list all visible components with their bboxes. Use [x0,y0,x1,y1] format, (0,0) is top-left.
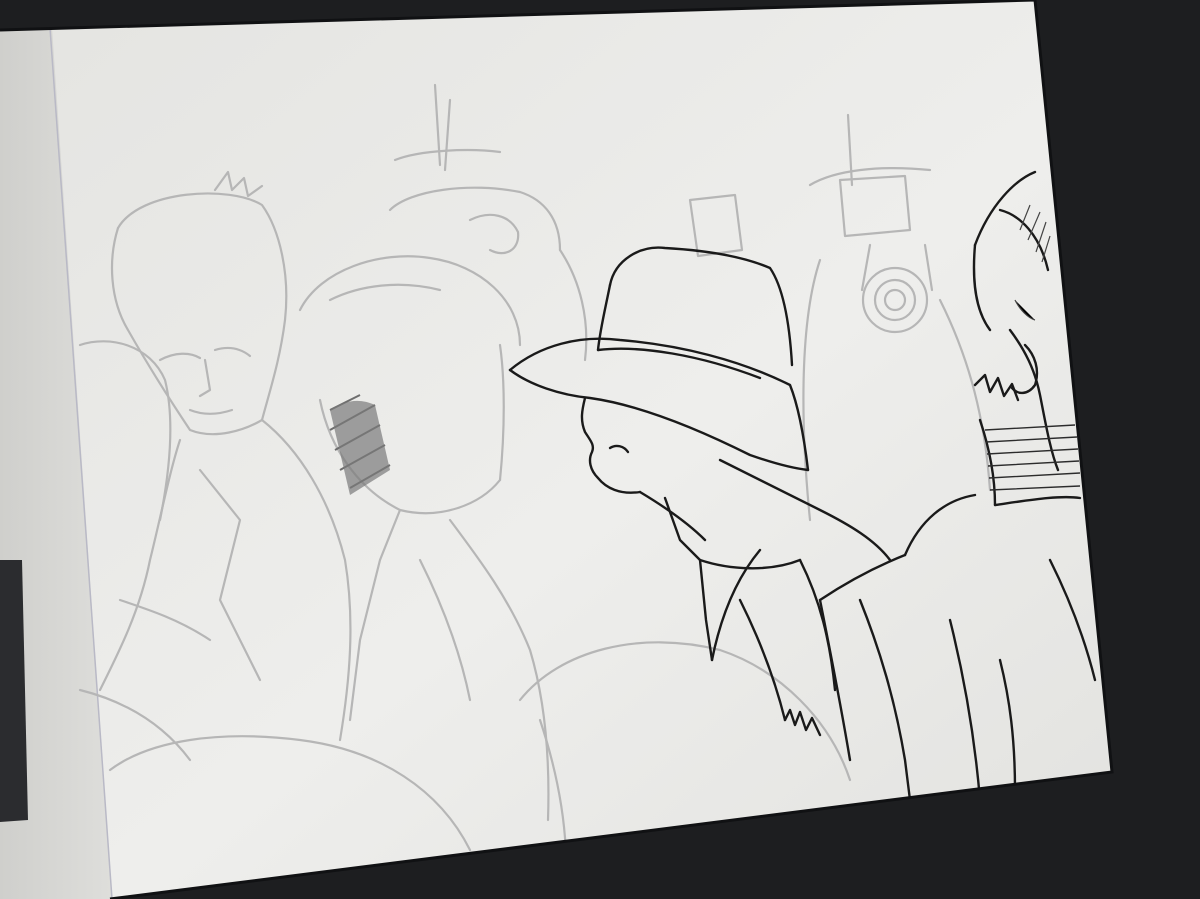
tablet-screen [0,0,1112,899]
tablet-screen-scene [0,0,1200,899]
photo-tablet-drawing [0,0,1200,899]
